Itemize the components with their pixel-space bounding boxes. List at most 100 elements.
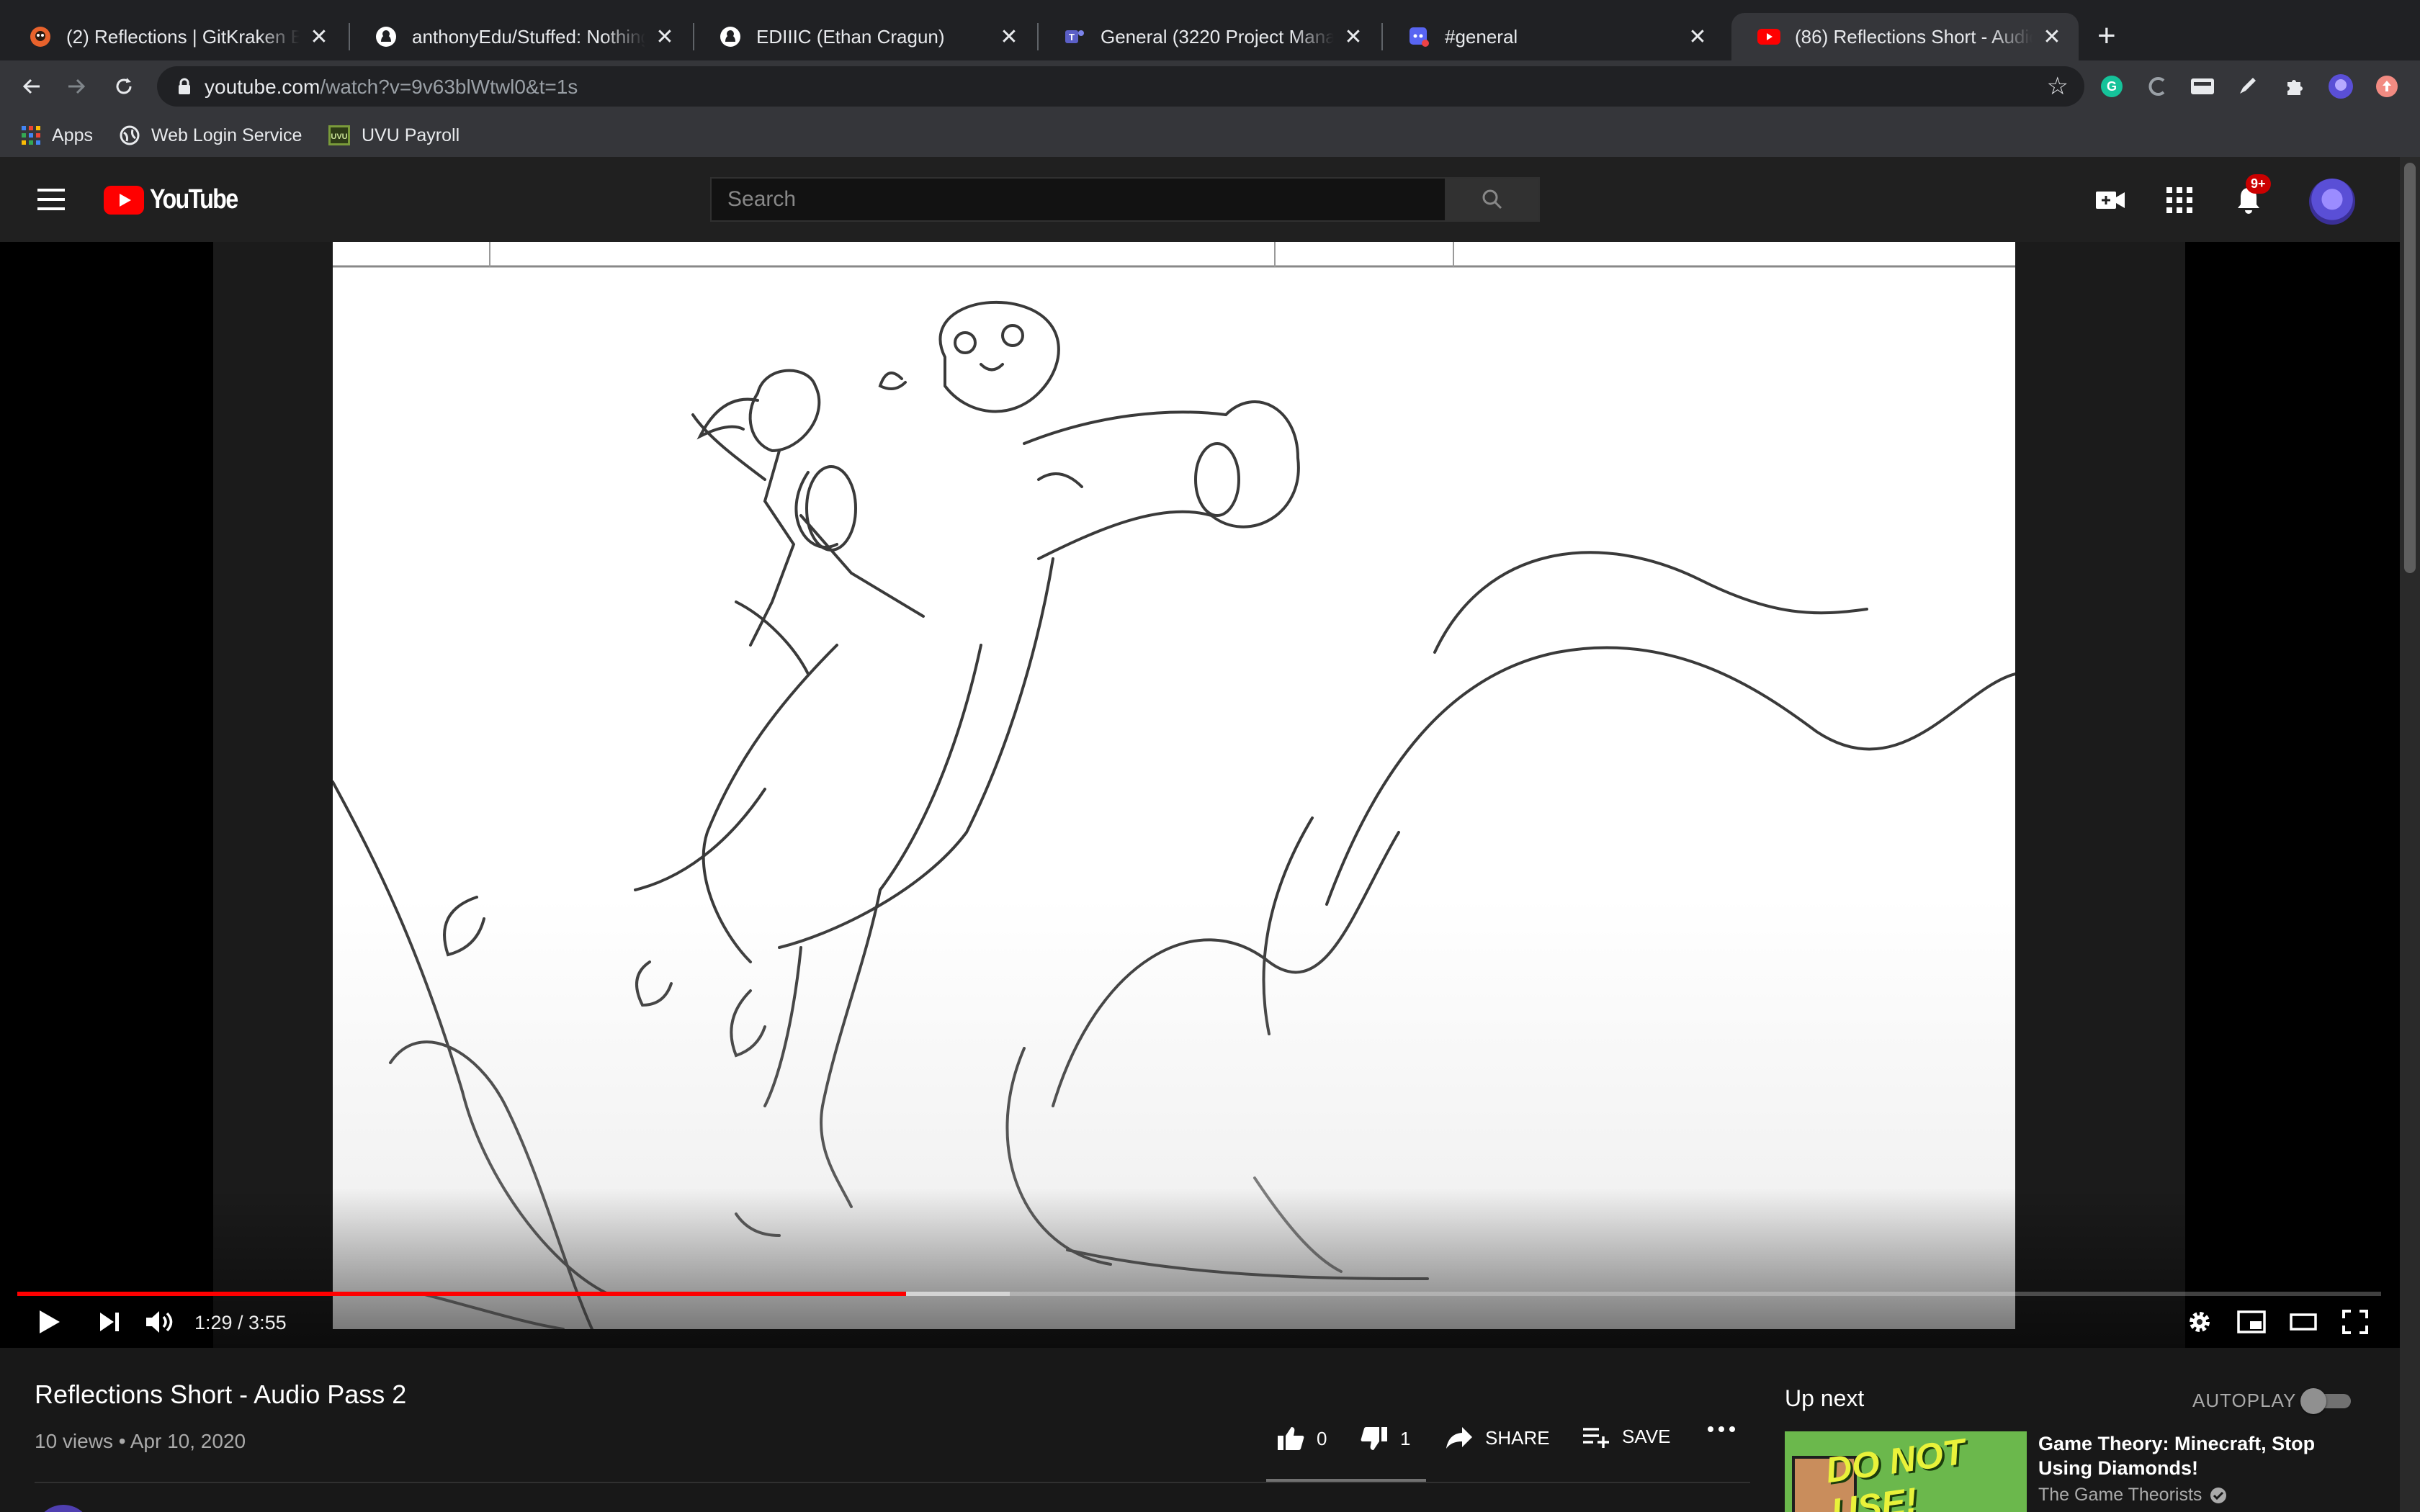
extension-pen-icon[interactable]	[2234, 73, 2260, 99]
new-tab-button[interactable]: +	[2097, 17, 2116, 55]
miniplayer-icon	[2237, 1310, 2266, 1333]
miniplayer-button[interactable]	[2234, 1305, 2269, 1339]
share-button[interactable]: SHARE	[1445, 1426, 1550, 1450]
tab-title: (86) Reflections Short - Audio	[1795, 25, 2033, 48]
video-meta: 10 views • Apr 10, 2020	[35, 1430, 246, 1452]
tab-youtube-active[interactable]: (86) Reflections Short - Audio ✕	[1731, 13, 2079, 60]
extensions-puzzle-icon[interactable]	[2282, 73, 2308, 99]
gear-icon	[2190, 1312, 2210, 1332]
share-arrow-icon	[1445, 1426, 1474, 1450]
extension-c-icon[interactable]	[2145, 73, 2171, 99]
tab-github-ediiic[interactable]: EDIIIC (Ethan Cragun) ✕	[693, 13, 1036, 60]
url-text: youtube.com/watch?v=9v63blWtwl0&t=1s	[205, 76, 578, 99]
bookmark-web-login[interactable]: Web Login Service	[120, 121, 302, 150]
scrollbar-thumb[interactable]	[2404, 163, 2416, 573]
dislike-button[interactable]: 1	[1360, 1426, 1410, 1452]
progress-played	[17, 1292, 907, 1296]
search-box	[710, 177, 1540, 222]
url-path: /watch?v=9v63blWtwl0&t=1s	[320, 76, 578, 98]
tab-teams-general[interactable]: T General (3220 Project Manage ✕	[1037, 13, 1380, 60]
arrow-right-icon	[68, 78, 86, 94]
fullscreen-button[interactable]	[2338, 1305, 2372, 1339]
youtube-icon	[1757, 25, 1780, 48]
address-bar[interactable]: youtube.com/watch?v=9v63blWtwl0&t=1s ☆	[157, 66, 2084, 107]
tab-title: #general	[1445, 25, 1518, 48]
gitkraken-icon	[29, 25, 52, 48]
close-tab-icon[interactable]: ✕	[1343, 24, 1364, 50]
profile-avatar[interactable]	[2328, 73, 2354, 99]
github-icon	[375, 25, 398, 48]
next-button[interactable]	[92, 1305, 127, 1339]
search-input[interactable]	[712, 179, 1445, 220]
bookmark-label: Web Login Service	[151, 125, 302, 145]
playlist-add-icon	[1582, 1426, 1610, 1448]
tab-github-stuffed[interactable]: anthonyEdu/Stuffed: Nothing to ✕	[349, 13, 691, 60]
youtube-logo[interactable]: YouTube	[104, 184, 253, 215]
create-video-button[interactable]	[2093, 183, 2128, 217]
theater-mode-button[interactable]	[2286, 1305, 2321, 1339]
bookmark-label: Apps	[52, 125, 93, 145]
teams-icon: T	[1063, 25, 1086, 48]
volume-icon	[146, 1311, 173, 1333]
video-camera-plus-icon	[2096, 192, 2125, 209]
video-title: Reflections Short - Audio Pass 2	[35, 1380, 407, 1409]
tab-discord-general[interactable]: #general ✕	[1381, 13, 1724, 60]
thumbs-up-icon	[1276, 1426, 1305, 1452]
mute-button[interactable]	[143, 1305, 177, 1339]
back-button[interactable]	[16, 71, 48, 102]
section-divider	[35, 1482, 1750, 1483]
youtube-header: YouTube 9+	[0, 157, 2400, 242]
play-button[interactable]	[32, 1305, 66, 1339]
reload-button[interactable]	[108, 71, 140, 102]
channel-avatar[interactable]	[35, 1505, 92, 1512]
url-host: youtube.com	[205, 76, 321, 98]
bookmark-label: UVU Payroll	[362, 125, 460, 145]
grammarly-icon[interactable]: G	[2099, 73, 2125, 99]
arrow-left-icon	[22, 78, 40, 94]
recommendation-thumbnail[interactable]: DO NOT USE!	[1785, 1431, 2027, 1512]
github-icon	[719, 25, 742, 48]
fullscreen-icon	[2342, 1310, 2368, 1334]
bookmark-star-icon[interactable]: ☆	[2047, 72, 2069, 101]
close-tab-icon[interactable]: ✕	[654, 24, 676, 50]
dislike-count: 1	[1400, 1427, 1411, 1449]
menu-hamburger-icon[interactable]	[37, 189, 65, 210]
apps-button[interactable]	[2162, 183, 2197, 217]
extension-card-icon[interactable]	[2190, 73, 2215, 99]
toggle-knob	[2300, 1388, 2326, 1414]
apps-grid-icon	[22, 126, 40, 145]
close-tab-icon[interactable]: ✕	[1687, 24, 1708, 50]
play-icon	[40, 1310, 60, 1333]
search-button[interactable]	[1445, 179, 1538, 220]
settings-button[interactable]	[2182, 1305, 2217, 1339]
autoplay-label: AUTOPLAY	[2192, 1390, 2297, 1411]
bookmark-uvu-payroll[interactable]: UVU UVU Payroll	[328, 121, 460, 150]
progress-bar[interactable]	[17, 1292, 2381, 1296]
more-horizontal-icon	[1708, 1426, 1735, 1432]
uvu-icon: UVU	[328, 125, 350, 145]
video-frame[interactable]	[333, 242, 2015, 1329]
youtube-play-logo-icon	[104, 185, 144, 215]
close-tab-icon[interactable]: ✕	[2041, 24, 2063, 50]
account-avatar[interactable]	[2309, 179, 2355, 225]
channel-name: The Game Theorists	[2038, 1485, 2202, 1505]
update-icon[interactable]	[2374, 73, 2400, 99]
svg-text:UVU: UVU	[331, 132, 347, 141]
close-tab-icon[interactable]: ✕	[308, 24, 330, 50]
globe-icon	[120, 125, 140, 145]
thumbs-down-icon	[1360, 1426, 1389, 1452]
recommendation-title[interactable]: Game Theory: Minecraft, Stop Using Diamo…	[2038, 1431, 2355, 1480]
svg-text:G: G	[2107, 79, 2117, 94]
autoplay-toggle[interactable]	[2300, 1388, 2351, 1414]
notification-badge: 9+	[2246, 174, 2271, 194]
theater-mode-icon	[2290, 1313, 2317, 1331]
page-scrollbar[interactable]	[2400, 157, 2420, 1512]
close-tab-icon[interactable]: ✕	[998, 24, 1020, 50]
more-actions-button[interactable]	[1707, 1426, 1736, 1433]
tab-gitkraken[interactable]: (2) Reflections | GitKraken Boa ✕	[3, 13, 346, 60]
bookmark-apps[interactable]: Apps	[22, 121, 93, 150]
forward-button[interactable]	[60, 71, 92, 102]
recommendation-channel[interactable]: The Game Theorists	[2038, 1485, 2228, 1506]
save-button[interactable]: SAVE	[1582, 1426, 1670, 1448]
like-button[interactable]: 0	[1276, 1426, 1327, 1452]
